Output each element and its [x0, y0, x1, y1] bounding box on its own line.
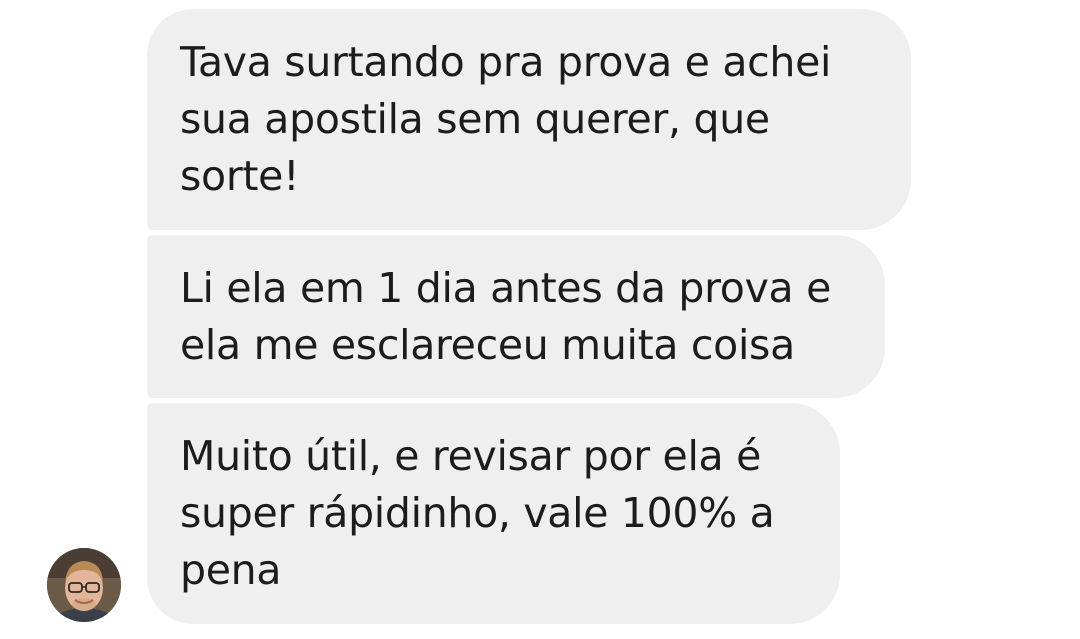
message-text: Muito útil, e revisar por ela é super rá…: [180, 432, 775, 594]
message-bubble[interactable]: Tava surtando pra prova e achei sua apos…: [147, 9, 911, 230]
avatar[interactable]: [47, 548, 121, 622]
avatar-photo-icon: [47, 548, 121, 622]
message-bubble[interactable]: Li ela em 1 dia antes da prova e ela me …: [147, 235, 885, 398]
message-thread: Tava surtando pra prova e achei sua apos…: [0, 0, 1080, 639]
message-text: Li ela em 1 dia antes da prova e ela me …: [180, 263, 832, 369]
message-bubble[interactable]: Muito útil, e revisar por ela é super rá…: [147, 403, 840, 624]
message-text: Tava surtando pra prova e achei sua apos…: [180, 38, 832, 200]
